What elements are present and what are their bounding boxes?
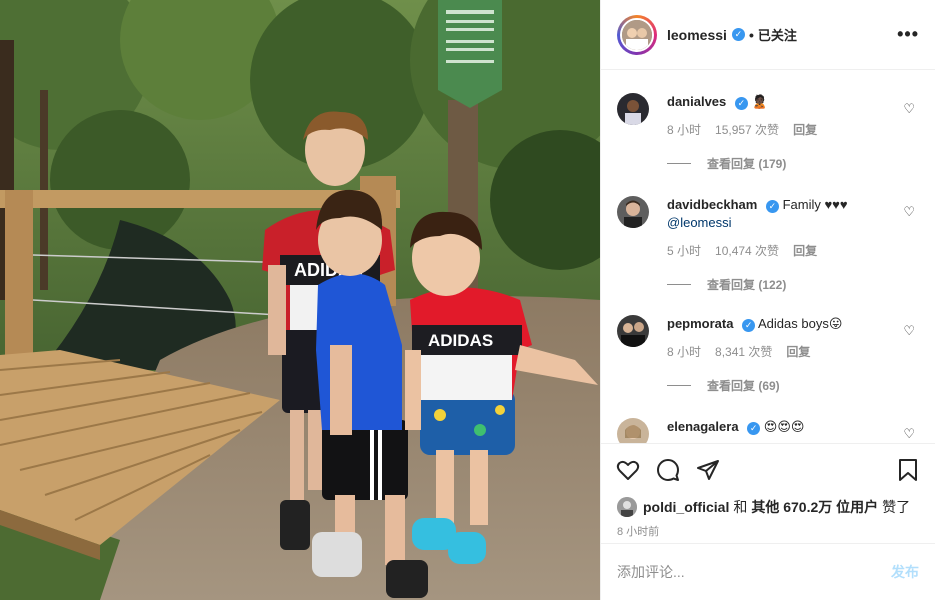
view-replies-button[interactable]: 查看回复 (122) xyxy=(667,276,887,293)
comment-text: Family ♥♥♥ xyxy=(782,197,848,212)
comments-list[interactable]: danialves ✓ 🙎🏿 8 小时 15,957 次赞 回复 查看回复 (1… xyxy=(601,71,935,443)
comment-icon[interactable] xyxy=(655,457,681,483)
comment-username[interactable]: elenagalera xyxy=(667,419,739,434)
comment-username[interactable]: pepmorata xyxy=(667,316,733,331)
photo-illustration: ADIDAS ADIDAS xyxy=(0,0,600,600)
liker-username[interactable]: poldi_official xyxy=(643,499,729,515)
comment-likes[interactable]: 8,341 次赞 xyxy=(715,343,772,360)
following-button[interactable]: 已关注 xyxy=(758,25,797,44)
post-photo[interactable]: ADIDAS ADIDAS xyxy=(0,0,600,600)
view-replies-label: 查看回复 (122) xyxy=(707,278,787,292)
reply-button[interactable]: 回复 xyxy=(786,343,810,360)
comment-like-heart-icon[interactable]: ♡ xyxy=(903,101,915,117)
comment-mention-link[interactable]: @leomessi xyxy=(667,215,732,230)
svg-text:ADIDAS: ADIDAS xyxy=(428,331,493,350)
comment-input[interactable] xyxy=(617,564,891,580)
post-side-panel: leomessi ✓ • 已关注 ••• danialves ✓ 🙎🏿 8 小时… xyxy=(600,0,935,600)
separator-dot: • xyxy=(748,26,754,43)
verified-icon: ✓ xyxy=(742,319,756,332)
comment-item: davidbeckham ✓ Family ♥♥♥ @leomessi 5 小时… xyxy=(617,196,919,293)
comment-avatar[interactable] xyxy=(617,196,649,228)
post-header: leomessi ✓ • 已关注 ••• xyxy=(601,0,935,70)
comment-item: elenagalera ✓ 😍😍😍 ♡ xyxy=(617,418,919,443)
comment-username[interactable]: danialves xyxy=(667,94,726,109)
verified-icon: ✓ xyxy=(747,422,761,435)
liker-avatar[interactable] xyxy=(617,497,637,517)
bookmark-icon[interactable] xyxy=(895,457,921,483)
verified-icon: ✓ xyxy=(734,97,748,110)
comment-time[interactable]: 8 小时 xyxy=(667,343,701,360)
comment-likes[interactable]: 10,474 次赞 xyxy=(715,242,779,259)
comment-avatar[interactable] xyxy=(617,315,649,347)
view-replies-button[interactable]: 查看回复 (69) xyxy=(667,377,887,394)
verified-icon: ✓ xyxy=(731,28,745,41)
post-actions: poldi_official 和 其他 670.2万 位用户 赞了 8 小时前 xyxy=(601,443,935,539)
verified-icon: ✓ xyxy=(765,200,779,213)
likes-verb: 赞了 xyxy=(882,499,911,515)
comment-item: pepmorata ✓ Adidas boys😛 8 小时 8,341 次赞 回… xyxy=(617,315,919,394)
add-comment-bar: 发布 xyxy=(601,543,935,600)
comment-like-heart-icon[interactable]: ♡ xyxy=(903,426,915,442)
comment-time[interactable]: 5 小时 xyxy=(667,242,701,259)
view-replies-button[interactable]: 查看回复 (179) xyxy=(667,155,887,172)
post-timestamp[interactable]: 8 小时前 xyxy=(601,523,935,539)
view-replies-label: 查看回复 (69) xyxy=(707,379,780,393)
likes-and: 和 xyxy=(733,499,748,515)
heart-icon[interactable] xyxy=(615,457,641,483)
comment-text: Adidas boys😛 xyxy=(758,316,843,331)
post-comment-button[interactable]: 发布 xyxy=(891,562,919,582)
comment-item: danialves ✓ 🙎🏿 8 小时 15,957 次赞 回复 查看回复 (1… xyxy=(617,93,919,172)
likes-summary: poldi_official 和 其他 670.2万 位用户 赞了 xyxy=(601,496,935,518)
author-username[interactable]: leomessi xyxy=(667,27,727,43)
reply-button[interactable]: 回复 xyxy=(793,121,817,138)
post-modal: ADIDAS ADIDAS leomessi ✓ • 已关注 ••• dania… xyxy=(0,0,935,600)
comment-avatar[interactable] xyxy=(617,418,649,443)
share-icon[interactable] xyxy=(695,457,721,483)
comment-username[interactable]: davidbeckham xyxy=(667,197,757,212)
comment-avatar[interactable] xyxy=(617,93,649,125)
comment-like-heart-icon[interactable]: ♡ xyxy=(903,204,915,220)
more-options-icon[interactable]: ••• xyxy=(897,24,919,45)
comment-time[interactable]: 8 小时 xyxy=(667,121,701,138)
comment-text: 😍😍😍 xyxy=(763,419,805,434)
reply-button[interactable]: 回复 xyxy=(793,242,817,259)
comment-emoji: 🙎🏿 xyxy=(751,94,768,109)
comment-like-heart-icon[interactable]: ♡ xyxy=(903,323,915,339)
comment-likes[interactable]: 15,957 次赞 xyxy=(715,121,779,138)
view-replies-label: 查看回复 (179) xyxy=(707,157,787,171)
likes-others-link[interactable]: 其他 670.2万 位用户 xyxy=(751,497,878,517)
author-avatar[interactable] xyxy=(617,14,657,55)
